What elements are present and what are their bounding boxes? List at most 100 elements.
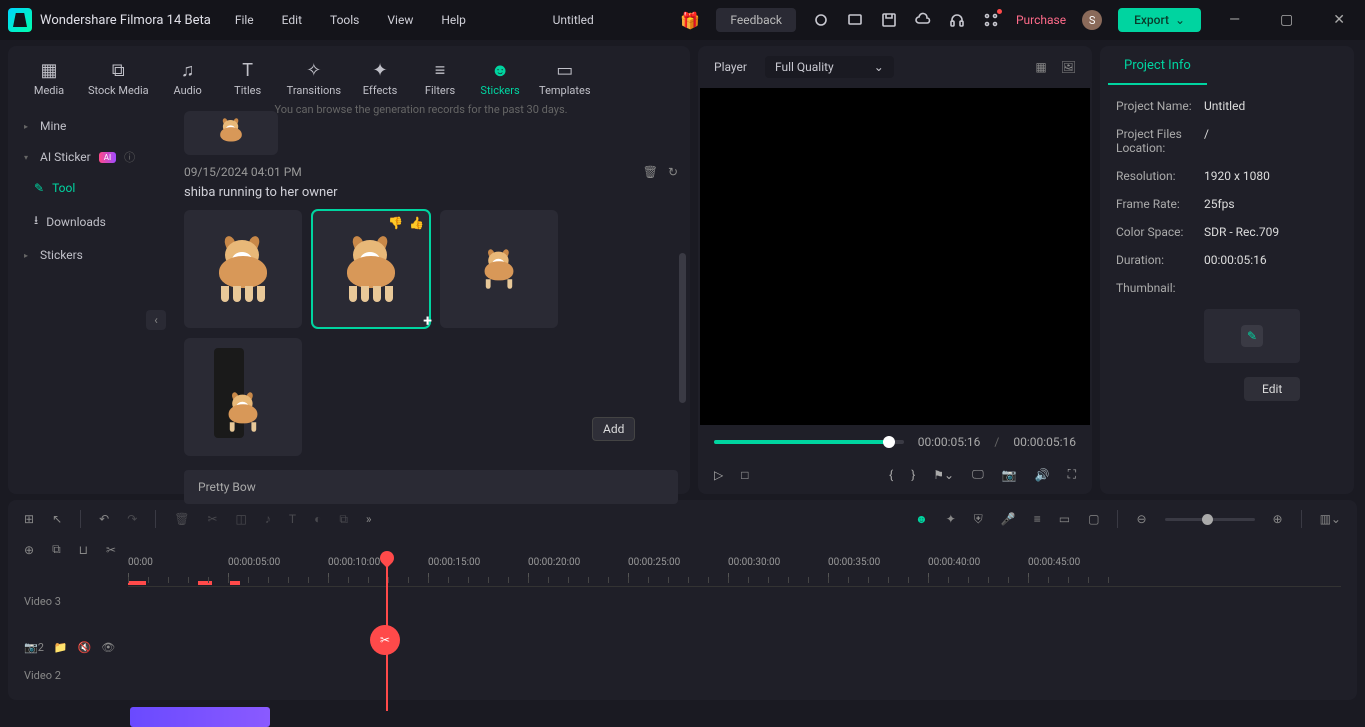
ai-face-icon[interactable]: ☻ <box>915 512 928 526</box>
info-icon[interactable]: ⓘ <box>124 149 135 165</box>
sparkle-icon[interactable]: ✦ <box>946 512 956 526</box>
crop-icon[interactable]: ◫ <box>236 512 247 526</box>
preview-progress[interactable] <box>714 440 904 444</box>
track-add-icon[interactable]: ⊕ <box>24 543 34 557</box>
trash-icon[interactable]: 🗑 <box>174 512 189 526</box>
display-icon[interactable] <box>846 11 864 29</box>
chain-icon[interactable]: ⧉ <box>339 512 348 527</box>
sticker-result-2[interactable]: 👎 👍 + <box>312 210 430 328</box>
cut-badge[interactable]: ✂ <box>370 625 400 655</box>
tab-titles[interactable]: TTitles <box>219 52 277 103</box>
zoom-in-icon[interactable]: ⊕ <box>1273 512 1283 526</box>
snapshot-icon[interactable]: 📷 <box>1002 468 1017 482</box>
tab-audio[interactable]: ♫Audio <box>159 52 217 103</box>
close-button[interactable]: ✕ <box>1321 12 1357 28</box>
layout-icon[interactable]: ▦ <box>1035 60 1046 74</box>
save-icon[interactable] <box>880 11 898 29</box>
mute-icon[interactable]: 🔇 <box>78 641 92 654</box>
track-magnet-icon[interactable]: ⊔ <box>79 543 88 557</box>
zoom-slider[interactable] <box>1165 518 1255 521</box>
track-video-2[interactable]: Video 2 <box>8 661 1357 689</box>
tab-templates[interactable]: ▭Templates <box>531 52 598 103</box>
image-icon[interactable]: 🖼 <box>1061 60 1076 74</box>
maximize-button[interactable]: ▢ <box>1268 12 1305 28</box>
delete-icon[interactable]: 🗑 <box>643 165 658 179</box>
mark-in-icon[interactable]: { <box>889 468 893 482</box>
sidebar-item-tool[interactable]: ✎Tool <box>14 173 166 203</box>
scrollbar[interactable] <box>679 253 686 403</box>
thumbs-down-icon[interactable]: 👎 <box>388 216 403 230</box>
timeline-clip[interactable] <box>130 707 270 727</box>
apps-icon[interactable] <box>982 11 1000 29</box>
feedback-button[interactable]: Feedback <box>716 8 796 32</box>
sticker-result-1[interactable] <box>184 210 302 328</box>
columns-icon[interactable]: ▥⌄ <box>1320 512 1341 526</box>
marker-icon[interactable]: ⚑⌄ <box>933 468 954 482</box>
box-icon[interactable]: ▢ <box>1088 512 1099 526</box>
zoom-out-icon[interactable]: ⊖ <box>1136 512 1146 526</box>
tab-stock[interactable]: ⧉Stock Media <box>80 52 157 103</box>
thumbs-up-icon[interactable]: 👍 <box>409 216 424 230</box>
tab-filters[interactable]: ≡Filters <box>411 52 469 103</box>
eye-icon[interactable]: 👁 <box>101 641 115 654</box>
video-preview[interactable] <box>700 88 1090 425</box>
tab-transitions[interactable]: ✧Transitions <box>279 52 349 103</box>
menu-tools[interactable]: Tools <box>330 13 359 27</box>
track-video-3[interactable]: Video 3 <box>8 587 1357 615</box>
search-input[interactable]: Pretty Bow <box>184 470 678 504</box>
sidebar-item-ai-sticker[interactable]: ▾AI StickerAIⓘ <box>14 141 166 173</box>
sidebar-item-downloads[interactable]: ⭳Downloads <box>14 203 166 240</box>
edit-button[interactable]: Edit <box>1244 377 1300 401</box>
frame-icon[interactable]: ▭ <box>1059 512 1070 526</box>
grid-icon[interactable]: ⊞ <box>24 512 34 526</box>
sidebar-item-stickers[interactable]: ▸Stickers <box>14 240 166 270</box>
purchase-link[interactable]: Purchase <box>1016 13 1066 27</box>
headphones-icon[interactable] <box>948 11 966 29</box>
tab-stickers[interactable]: ☻Stickers <box>471 52 529 103</box>
tab-project-info[interactable]: Project Info <box>1108 46 1207 85</box>
screen-icon[interactable]: 🖵 <box>972 467 984 482</box>
menu-edit[interactable]: Edit <box>282 13 302 27</box>
play-button[interactable]: ▷ <box>714 468 723 482</box>
sidebar-item-mine[interactable]: ▸Mine <box>14 111 166 141</box>
sticker-result-4[interactable] <box>184 338 302 456</box>
avatar[interactable]: S <box>1082 10 1102 30</box>
track-cut-icon[interactable]: ✂ <box>106 543 116 557</box>
gift-icon[interactable]: 🎁 <box>680 11 700 30</box>
sticker-result-3[interactable] <box>440 210 558 328</box>
shield-icon[interactable]: ⛨ <box>974 512 983 527</box>
more-icon[interactable]: » <box>366 512 372 526</box>
mic-icon[interactable]: 🎤 <box>1001 512 1016 526</box>
cloud-icon[interactable] <box>914 11 932 29</box>
list-icon[interactable]: ≡ <box>1034 512 1041 526</box>
menu-view[interactable]: View <box>387 13 413 27</box>
text-icon[interactable]: T <box>289 512 296 526</box>
record-icon[interactable] <box>812 11 830 29</box>
track-link-icon[interactable]: ⧉ <box>52 542 61 557</box>
undo-icon[interactable]: ↶ <box>99 512 109 526</box>
collapse-sidebar-button[interactable]: ‹ <box>146 310 166 330</box>
mask-icon[interactable]: ◐ <box>314 512 321 526</box>
add-icon[interactable]: + <box>423 311 432 330</box>
track-video-2-header[interactable]: 📷2 📁 🔇 👁 <box>8 633 1357 661</box>
pointer-icon[interactable]: ↖ <box>52 512 62 526</box>
fullscreen-icon[interactable]: ⛶ <box>1068 467 1076 482</box>
cut-icon[interactable]: ✂ <box>207 512 217 526</box>
timeline-ruler[interactable]: 00:00 00:00:05:00 00:00:10:00 00:00:15:0… <box>128 557 1341 587</box>
sticker-thumb-prev[interactable] <box>184 111 278 155</box>
menu-file[interactable]: File <box>235 13 254 27</box>
tab-media[interactable]: ▦Media <box>20 52 78 103</box>
volume-icon[interactable]: 🔊 <box>1035 468 1050 482</box>
music-icon[interactable]: ♪ <box>265 512 271 526</box>
redo-icon[interactable]: ↷ <box>127 512 137 526</box>
folder-icon[interactable]: 📁 <box>54 641 68 654</box>
thumbnail-preview[interactable]: ✎ <box>1204 309 1300 363</box>
quality-select[interactable]: Full Quality⌄ <box>765 56 894 78</box>
minimize-button[interactable]: — <box>1217 12 1252 28</box>
refresh-icon[interactable]: ↻ <box>668 165 678 179</box>
mark-out-icon[interactable]: } <box>911 468 915 482</box>
menu-help[interactable]: Help <box>441 13 466 27</box>
tab-effects[interactable]: ✦Effects <box>351 52 409 103</box>
export-button[interactable]: Export⌄ <box>1118 8 1201 32</box>
stop-button[interactable]: □ <box>741 468 748 482</box>
